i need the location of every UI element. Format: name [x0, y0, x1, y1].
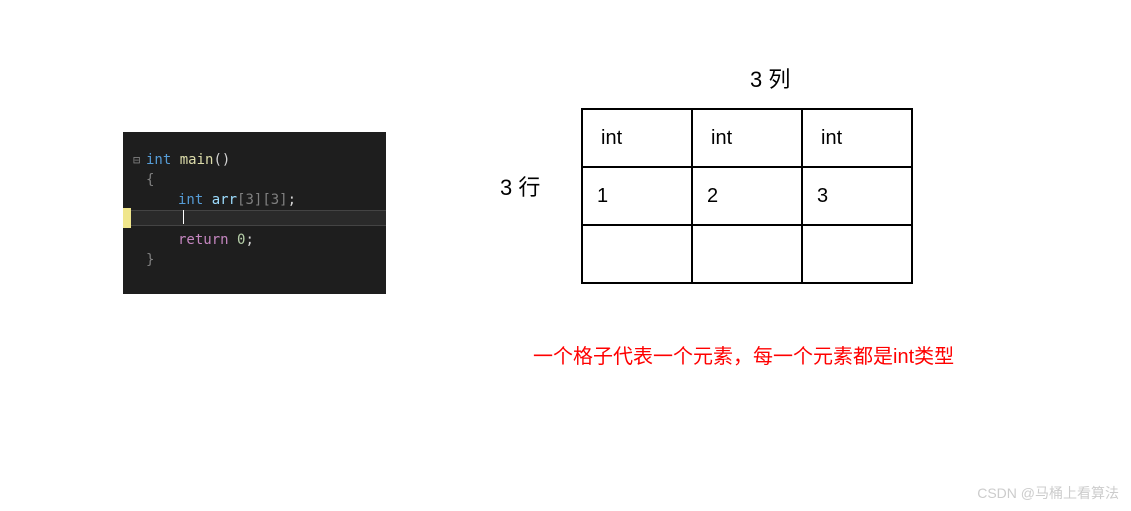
grid-cell: int — [692, 109, 802, 167]
collapse-icon[interactable]: ⊟ — [133, 150, 145, 170]
change-marker — [123, 208, 131, 228]
code-line-2: { — [146, 170, 296, 190]
diagram-caption: 一个格子代表一个元素，每一个元素都是int类型 — [533, 340, 954, 369]
gutter: ⊟ — [133, 150, 145, 170]
code-line-5: return 0; — [146, 230, 296, 250]
code-lines: int main() { int arr[3][3]; return 0; } — [146, 150, 296, 270]
code-line-3: int arr[3][3]; — [146, 190, 296, 210]
grid-cell — [692, 225, 802, 283]
array-grid: int int int 1 2 3 — [581, 108, 913, 284]
code-line-6: } — [146, 250, 296, 270]
grid-cell: 3 — [802, 167, 912, 225]
grid-cell — [802, 225, 912, 283]
grid-cell: 2 — [692, 167, 802, 225]
code-editor: ⊟ int main() { int arr[3][3]; return 0; … — [123, 132, 386, 294]
watermark: CSDN @马桶上看算法 — [977, 483, 1119, 503]
grid-row — [582, 225, 912, 283]
code-line-1: int main() — [146, 150, 296, 170]
grid-cell — [582, 225, 692, 283]
grid-cell: 1 — [582, 167, 692, 225]
grid-row: int int int — [582, 109, 912, 167]
text-cursor — [183, 210, 184, 224]
grid-cell: int — [802, 109, 912, 167]
column-count-label: 3 列 — [750, 62, 790, 94]
grid-cell: int — [582, 109, 692, 167]
grid-row: 1 2 3 — [582, 167, 912, 225]
code-line-4 — [146, 210, 296, 230]
row-count-label: 3 行 — [500, 170, 540, 202]
